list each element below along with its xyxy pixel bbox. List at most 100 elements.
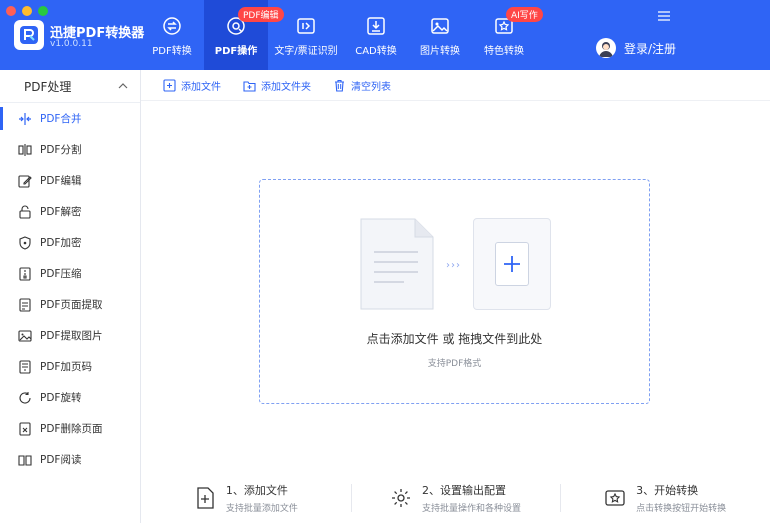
nav-label: CAD转换 bbox=[355, 46, 397, 57]
sidebar-item-label: PDF提取图片 bbox=[40, 330, 103, 342]
add-folder-label: 添加文件夹 bbox=[261, 81, 311, 93]
split-icon bbox=[18, 143, 32, 156]
extract-image-icon bbox=[18, 329, 32, 342]
sidebar-item-encrypt[interactable]: PDF加密 bbox=[0, 227, 140, 258]
plus-card bbox=[495, 242, 529, 286]
start-convert-icon bbox=[605, 490, 625, 506]
clear-list-button[interactable]: 清空列表 bbox=[333, 78, 391, 93]
sidebar-item-label: PDF阅读 bbox=[40, 454, 82, 466]
step-output-settings: 2、设置输出配置 支持批量操作和各种设置 bbox=[350, 478, 561, 518]
add-file-target[interactable] bbox=[473, 218, 551, 310]
minimize-window-button[interactable] bbox=[22, 6, 32, 16]
sidebar-item-label: PDF分割 bbox=[40, 144, 82, 156]
edit-icon bbox=[18, 174, 32, 188]
user-avatar-icon bbox=[599, 42, 613, 57]
sidebar-item-compress[interactable]: PDF压缩 bbox=[0, 258, 140, 289]
convert-icon bbox=[163, 17, 181, 35]
sidebar-item-label: PDF删除页面 bbox=[40, 423, 103, 435]
nav-pdf-operate[interactable]: PDF编辑 PDF操作 bbox=[204, 0, 284, 70]
sidebar-item-label: PDF页面提取 bbox=[40, 299, 103, 311]
flow-arrows: ››› bbox=[446, 260, 461, 271]
sidebar-item-label: PDF压缩 bbox=[40, 268, 82, 280]
step-title: 1、添加文件 bbox=[225, 484, 288, 497]
nav-label: 文字/票证识别 bbox=[274, 46, 338, 57]
shield-icon bbox=[19, 235, 31, 250]
sidebar-item-delete-page[interactable]: PDF删除页面 bbox=[0, 413, 140, 444]
nav-label: PDF操作 bbox=[214, 46, 258, 57]
ocr-icon bbox=[297, 18, 315, 34]
step-guide: 1、添加文件 支持批量添加文件 2、设置输出配置 支持批量操作和各种设置 3、开… bbox=[141, 478, 770, 518]
sidebar-item-extract-image[interactable]: PDF提取图片 bbox=[0, 320, 140, 351]
sidebar-item-label: PDF编辑 bbox=[40, 175, 82, 187]
sidebar-item-decrypt[interactable]: PDF解密 bbox=[0, 196, 140, 227]
delete-page-icon bbox=[19, 421, 31, 436]
sidebar-item-edit[interactable]: PDF编辑 bbox=[0, 165, 140, 196]
sidebar-item-rotate[interactable]: PDF旋转 bbox=[0, 382, 140, 413]
menu-icon[interactable] bbox=[657, 10, 671, 22]
supported-format-note: 支持PDF格式 bbox=[427, 359, 482, 369]
sidebar-item-label: PDF加密 bbox=[40, 237, 82, 249]
unlock-icon bbox=[19, 205, 31, 219]
step-title: 3、开始转换 bbox=[636, 484, 699, 497]
close-window-button[interactable] bbox=[6, 6, 16, 16]
nav-image-convert[interactable]: 图片转换 bbox=[408, 0, 472, 70]
nav-ocr[interactable]: 文字/票证识别 bbox=[268, 0, 344, 70]
extract-page-icon bbox=[19, 297, 31, 312]
nav-special-convert[interactable]: AI写作 特色转换 bbox=[472, 0, 543, 70]
cad-icon bbox=[367, 17, 385, 35]
nav-label: 特色转换 bbox=[484, 46, 524, 57]
login-button[interactable]: 登录/注册 bbox=[596, 38, 676, 58]
step-add-file: 1、添加文件 支持批量添加文件 bbox=[141, 478, 351, 518]
sidebar-item-merge[interactable]: PDF合并 bbox=[0, 103, 140, 134]
clear-list-label: 清空列表 bbox=[351, 81, 391, 93]
step-subtitle: 支持批量添加文件 bbox=[225, 504, 298, 514]
sidebar-item-label: PDF旋转 bbox=[40, 392, 82, 404]
sidebar-section-header[interactable]: PDF处理 bbox=[0, 70, 140, 103]
add-file-icon bbox=[197, 487, 214, 509]
avatar bbox=[596, 38, 616, 58]
plus-icon bbox=[504, 256, 520, 272]
top-bar: 迅捷PDF转换器 v1.0.0.11 PDF转换 PDF编辑 PDF操作 文字/… bbox=[0, 0, 770, 70]
trash-icon bbox=[335, 79, 344, 92]
maximize-window-button[interactable] bbox=[38, 6, 48, 16]
sidebar-item-page-number[interactable]: PDF加页码 bbox=[0, 351, 140, 382]
sidebar-item-label: PDF合并 bbox=[40, 113, 82, 125]
app-version: v1.0.0.11 bbox=[50, 39, 93, 49]
ai-writing-badge: AI写作 bbox=[506, 7, 543, 22]
nav-cad-convert[interactable]: CAD转换 bbox=[344, 0, 408, 70]
nav-label: PDF转换 bbox=[152, 46, 192, 57]
sidebar-item-split[interactable]: PDF分割 bbox=[0, 134, 140, 165]
step-subtitle: 支持批量操作和各种设置 bbox=[422, 504, 522, 514]
file-drop-zone[interactable]: ››› 点击添加文件 或 拖拽文件到此处 支持PDF格式 bbox=[259, 179, 650, 404]
sidebar-item-read[interactable]: PDF阅读 bbox=[0, 444, 140, 475]
merge-icon bbox=[19, 112, 31, 125]
sidebar-item-extract-page[interactable]: PDF页面提取 bbox=[0, 289, 140, 320]
image-icon bbox=[431, 18, 449, 34]
sidebar: PDF处理 PDF合并 PDF分割 PDF编辑 PDF解密 PDF加密 PDF压… bbox=[0, 70, 141, 523]
window-controls bbox=[6, 6, 48, 16]
main-nav: PDF转换 PDF编辑 PDF操作 文字/票证识别 CAD转换 图片转换 AI写… bbox=[140, 0, 543, 70]
drop-instruction: 点击添加文件 或 拖拽文件到此处 bbox=[366, 332, 543, 346]
add-folder-icon bbox=[243, 80, 256, 92]
step-start-convert: 3、开始转换 点击转换按钮开始转换 bbox=[560, 478, 770, 518]
add-file-button[interactable]: 添加文件 bbox=[163, 78, 221, 93]
document-illustration-icon bbox=[360, 218, 434, 310]
compress-icon bbox=[19, 266, 31, 281]
add-file-label: 添加文件 bbox=[181, 81, 221, 93]
nav-label: 图片转换 bbox=[420, 46, 460, 57]
step-subtitle: 点击转换按钮开始转换 bbox=[636, 504, 727, 514]
logo-icon bbox=[20, 26, 38, 44]
login-label: 登录/注册 bbox=[624, 41, 677, 56]
chevron-up-icon bbox=[118, 83, 128, 89]
page-number-icon bbox=[19, 359, 31, 374]
app-logo bbox=[14, 20, 44, 50]
sidebar-title: PDF处理 bbox=[24, 79, 72, 94]
settings-icon bbox=[392, 489, 410, 507]
add-folder-button[interactable]: 添加文件夹 bbox=[243, 78, 311, 93]
sidebar-item-label: PDF解密 bbox=[40, 206, 82, 218]
nav-pdf-convert[interactable]: PDF转换 bbox=[140, 0, 204, 70]
sidebar-item-label: PDF加页码 bbox=[40, 361, 92, 373]
file-toolbar: 添加文件 添加文件夹 清空列表 bbox=[141, 70, 770, 101]
step-title: 2、设置输出配置 bbox=[422, 484, 506, 497]
rotate-icon bbox=[19, 391, 31, 403]
